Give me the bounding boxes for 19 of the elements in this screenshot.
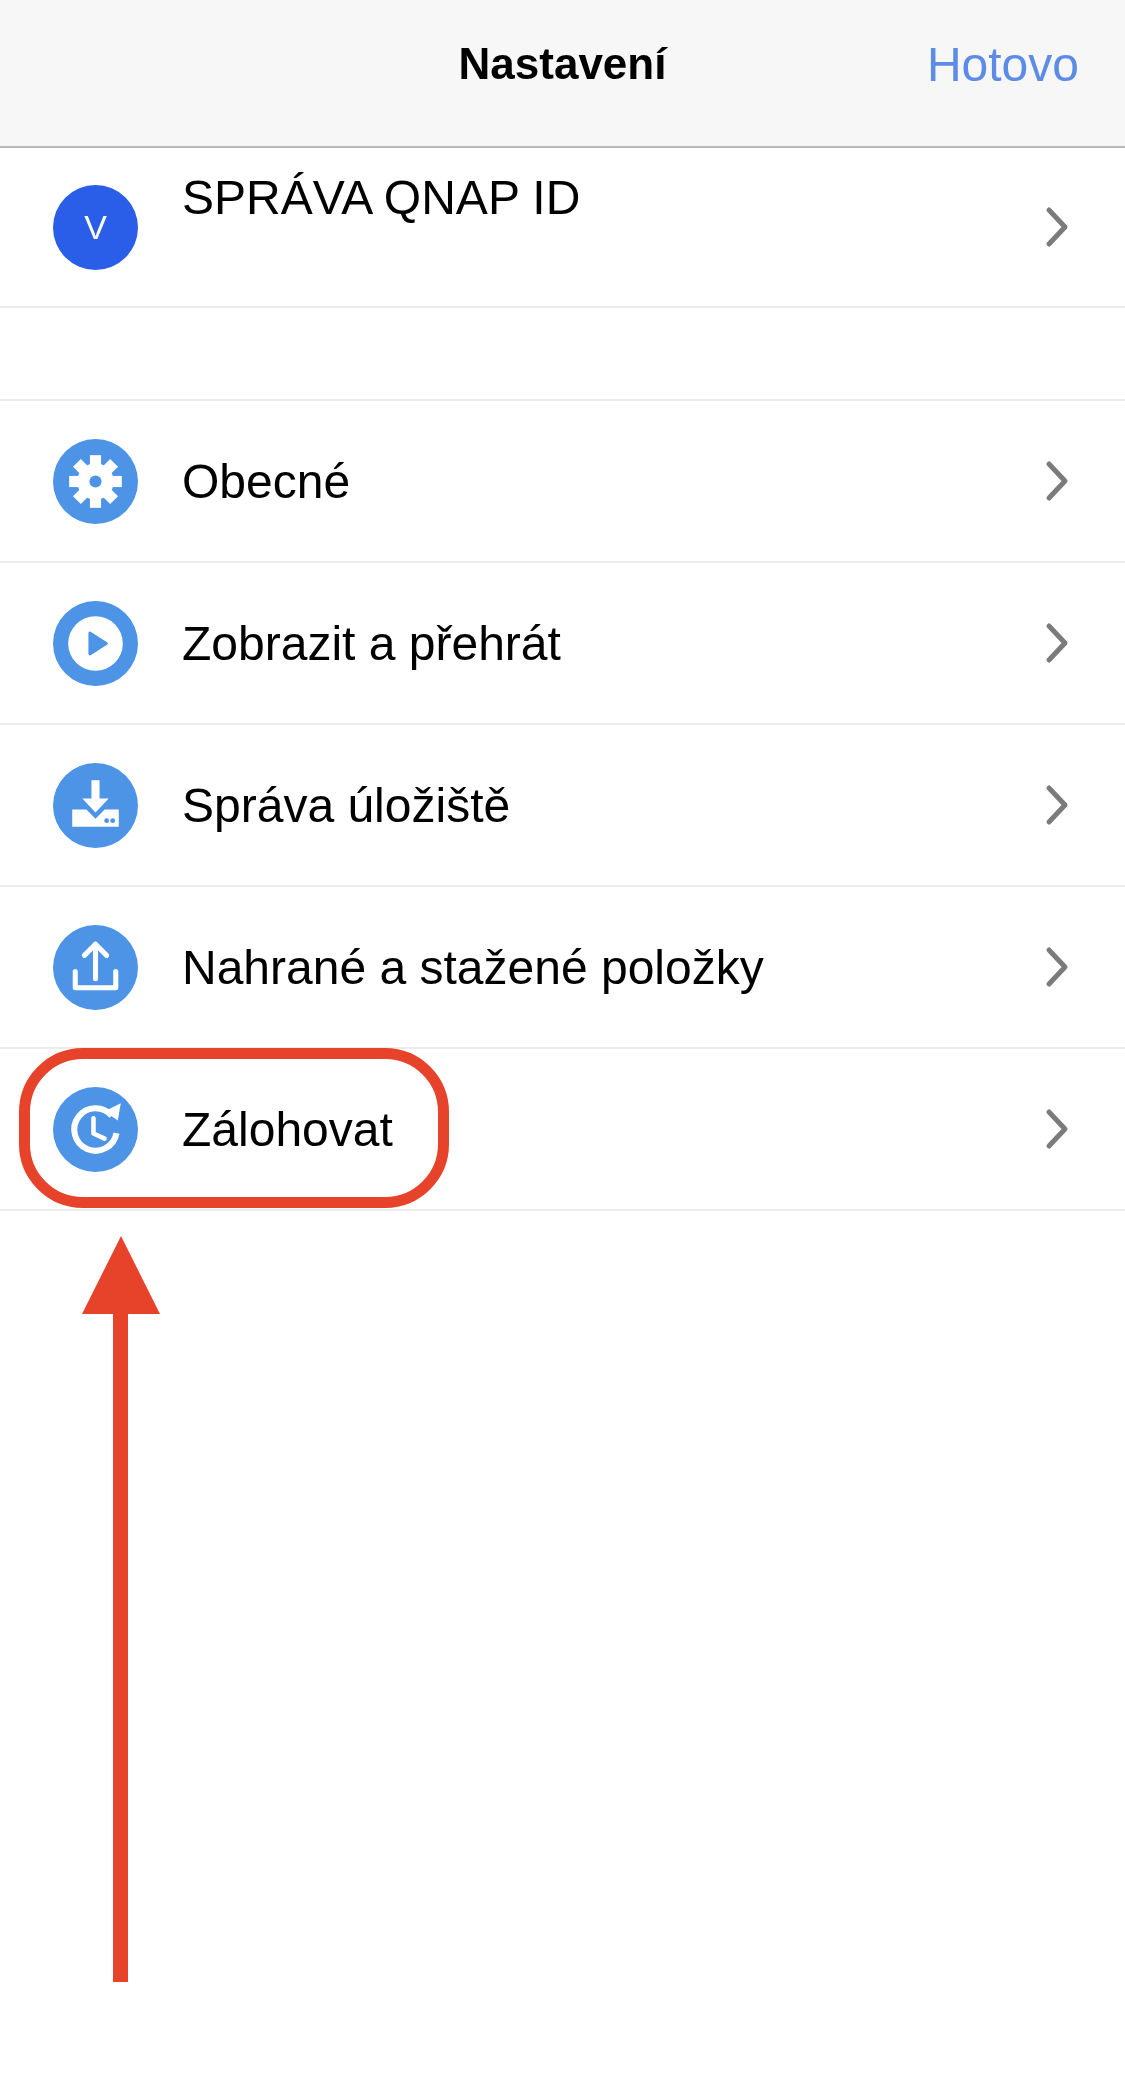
chevron-icon (1045, 460, 1069, 502)
play-icon (53, 600, 138, 686)
backup-clock-icon (53, 1086, 138, 1172)
menu-item-label[interactable]: Zobrazit a přehrát (182, 615, 1045, 671)
chevron-icon (1045, 622, 1069, 664)
chevron-icon (1045, 206, 1069, 248)
menu-item-label[interactable]: Obecné (182, 453, 1045, 509)
menu-item-label[interactable]: Zálohovat (182, 1101, 1045, 1157)
chevron-icon (1045, 1108, 1069, 1150)
chevron-icon (1045, 946, 1069, 988)
download-drive-icon (53, 762, 138, 848)
gear-icon (53, 438, 138, 524)
upload-icon (53, 924, 138, 1010)
screen-title: Nastavení (458, 39, 667, 90)
menu-item-label[interactable]: Správa úložiště (182, 777, 1045, 833)
avatar: V (53, 184, 138, 270)
account-label[interactable]: SPRÁVA QNAP ID (182, 170, 1045, 225)
chevron-icon (1045, 784, 1069, 826)
menu-item-label[interactable]: Nahrané a stažené položky (182, 939, 1045, 995)
